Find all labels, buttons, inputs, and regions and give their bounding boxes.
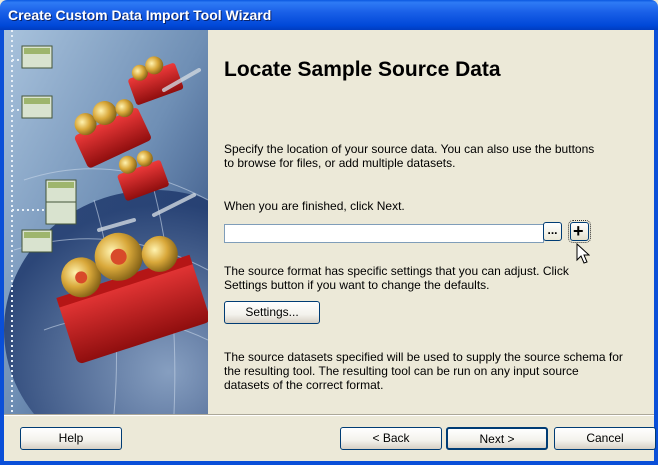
back-button[interactable]: < Back [340, 427, 442, 450]
footer-note-text: The source datasets specified will be us… [224, 350, 623, 392]
settings-hint-text: The source format has specific settings … [224, 264, 569, 292]
window-frame-right [654, 30, 658, 465]
mouse-pointer-icon [576, 243, 590, 264]
finish-hint-text: When you are finished, click Next. [224, 199, 405, 213]
wizard-side-illustration [4, 30, 208, 414]
wizard-window: Create Custom Data Import Tool Wizard Lo… [0, 0, 658, 465]
window-title: Create Custom Data Import Tool Wizard [8, 7, 272, 23]
browse-button-label: ... [547, 223, 558, 237]
title-bar[interactable]: Create Custom Data Import Tool Wizard [0, 0, 658, 30]
intro-text: Specify the location of your source data… [224, 142, 595, 170]
settings-button[interactable]: Settings... [224, 301, 320, 324]
button-row-divider [4, 414, 654, 416]
next-button[interactable]: Next > [446, 427, 548, 450]
source-path-input[interactable] [224, 224, 544, 243]
plus-icon: + [573, 221, 584, 241]
cancel-button[interactable]: Cancel [554, 427, 656, 450]
help-button[interactable]: Help [20, 427, 122, 450]
add-dataset-button[interactable]: + [568, 220, 591, 243]
browse-button[interactable]: ... [543, 222, 562, 241]
window-frame-bottom [0, 461, 658, 465]
page-title: Locate Sample Source Data [224, 58, 501, 81]
